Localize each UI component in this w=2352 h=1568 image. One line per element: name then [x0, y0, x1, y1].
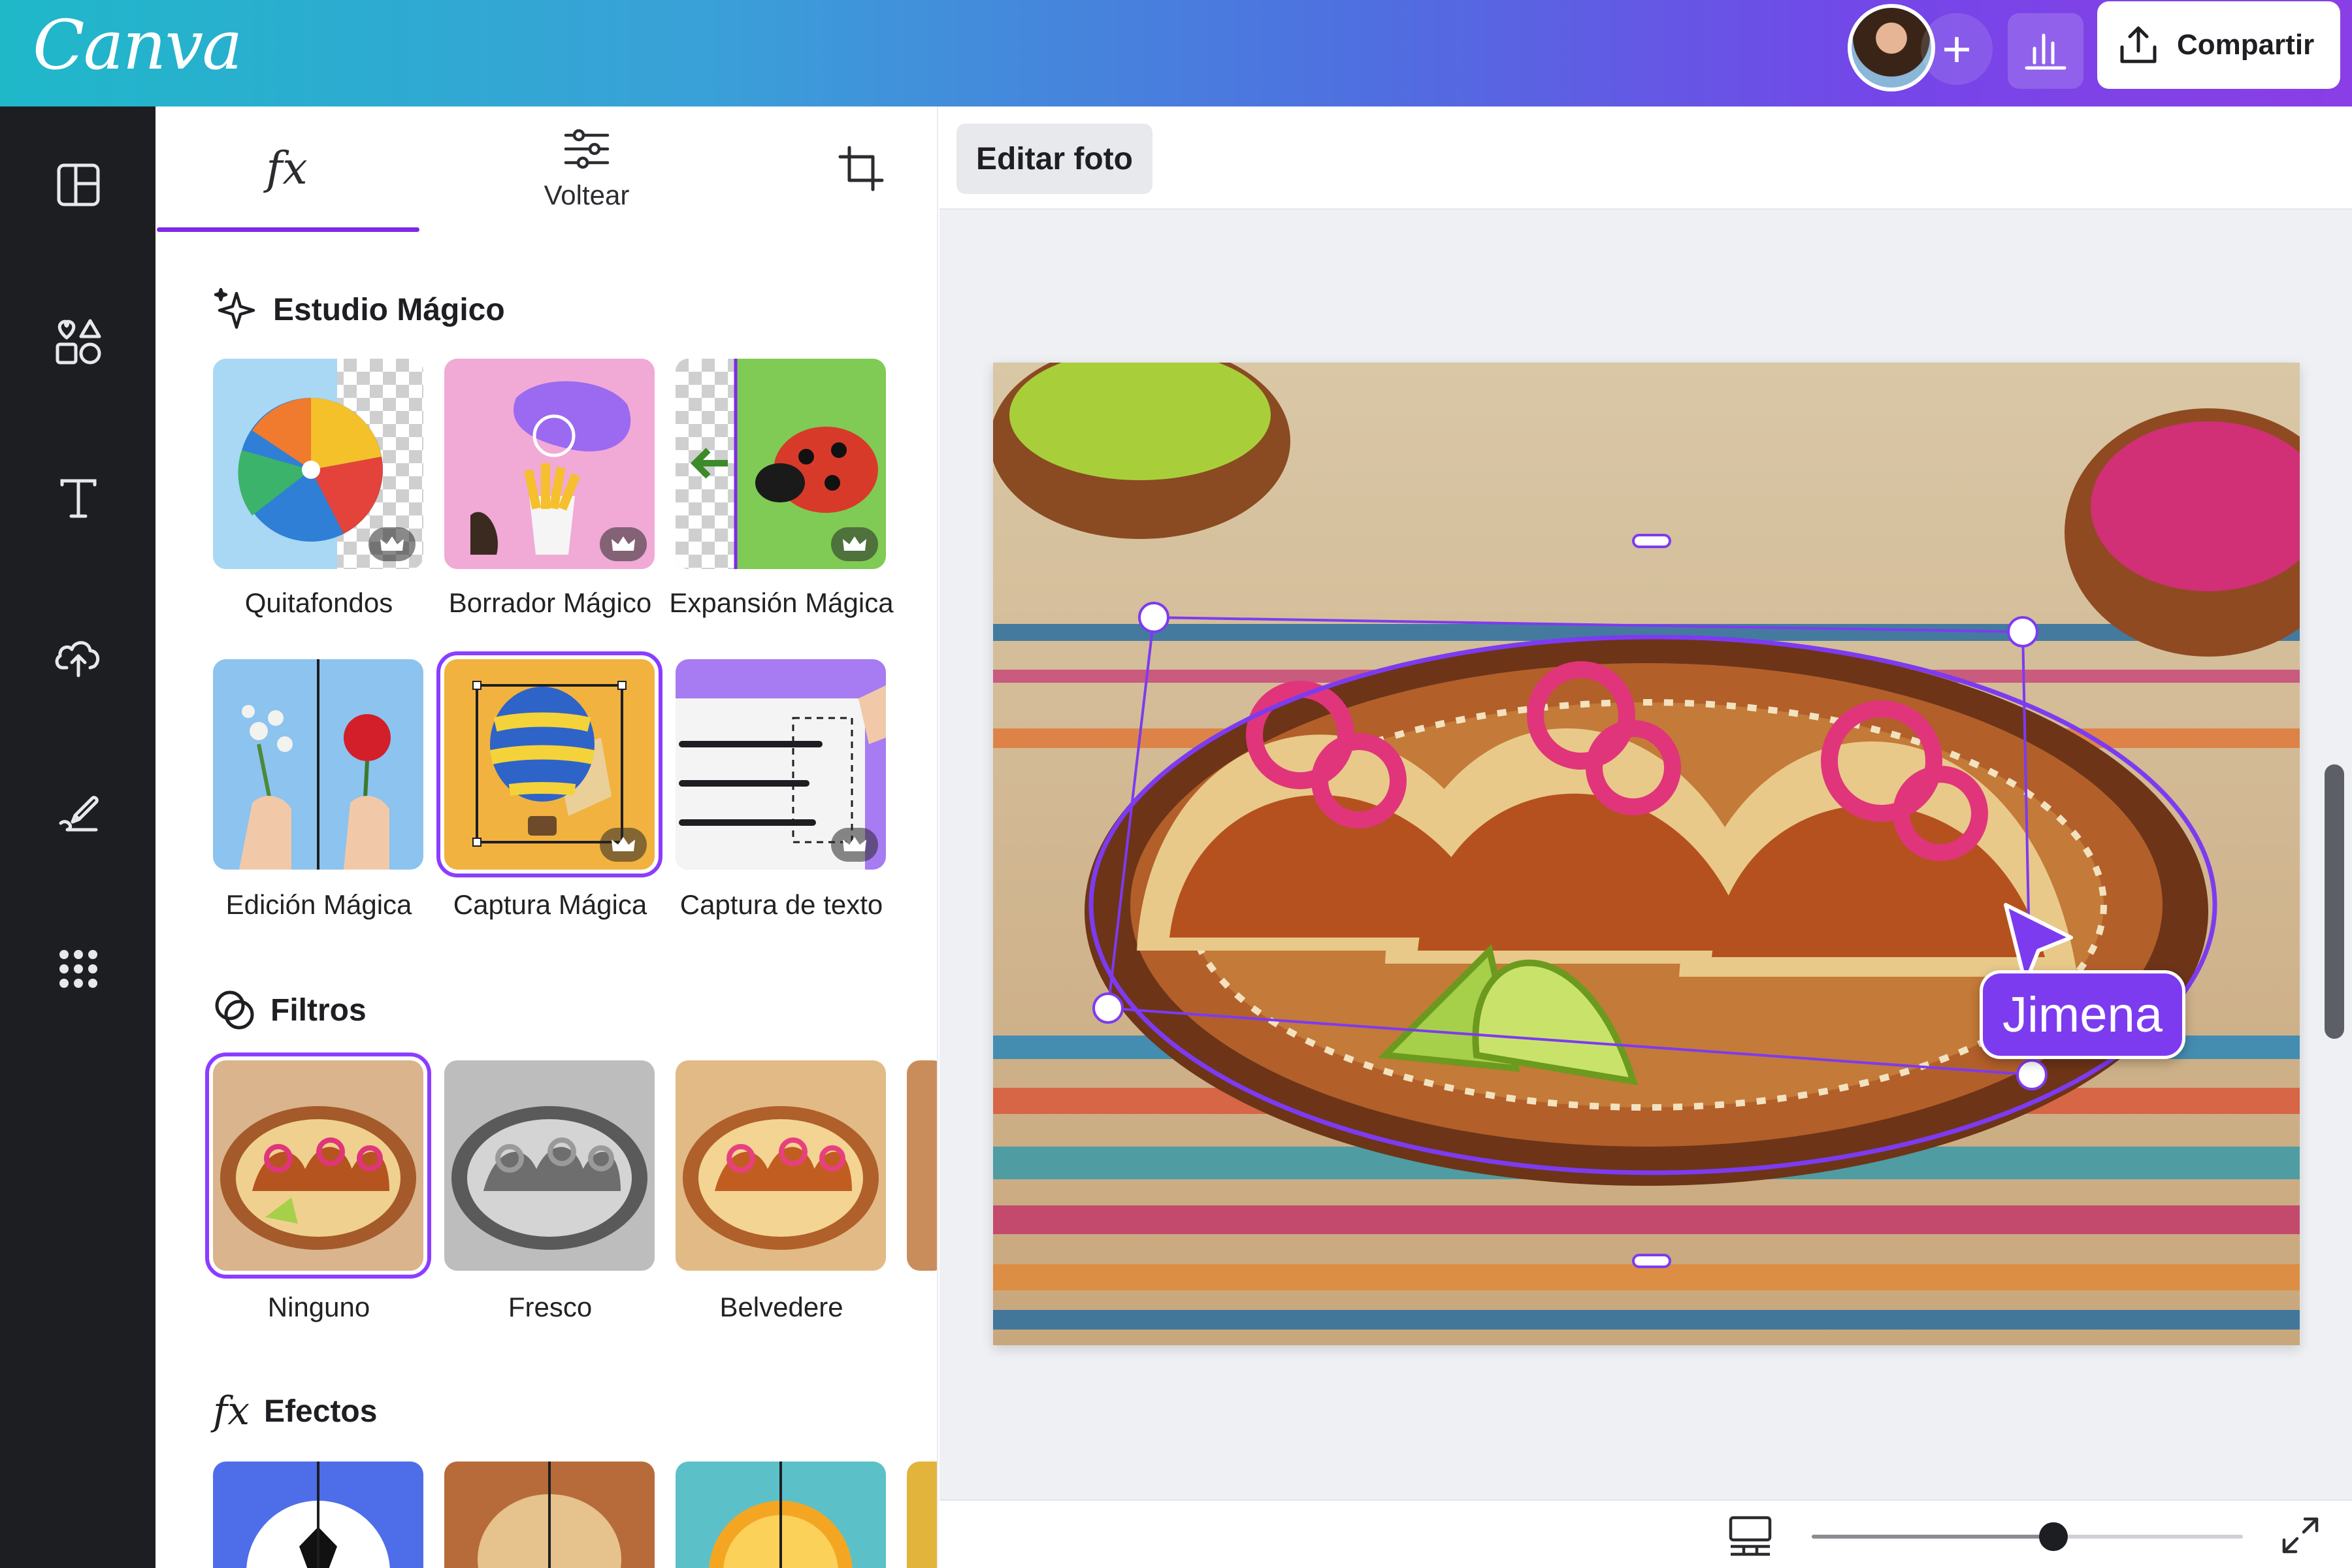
canvas-area: Editar foto Jimena	[939, 106, 2352, 1568]
tile-label: Edición Mágica	[225, 889, 412, 920]
effect-thumbnail	[213, 1462, 423, 1568]
premium-crown-icon	[831, 828, 878, 862]
filter-fresco-thumbnail	[444, 1060, 655, 1271]
pages-icon[interactable]	[1727, 1515, 1774, 1558]
expand-icon[interactable]	[2280, 1515, 2321, 1556]
tile-label: Expansión Mágica	[669, 587, 894, 618]
premium-crown-icon	[368, 527, 416, 561]
tile-label: Captura Mágica	[453, 889, 647, 920]
effect-tile[interactable]	[444, 1462, 655, 1568]
taco-photo[interactable]: Jimena	[993, 363, 2300, 1345]
sparkles-icon	[214, 287, 255, 329]
active-tab-indicator	[157, 227, 419, 232]
tile-text-grab[interactable]	[676, 659, 886, 870]
premium-crown-icon	[600, 527, 647, 561]
avatar-photo	[1852, 8, 1931, 88]
filters-title: Filtros	[270, 992, 367, 1028]
upload-cloud-icon[interactable]	[46, 623, 111, 688]
tile-label: Borrador Mágico	[448, 587, 652, 618]
tile-label: Fresco	[508, 1292, 593, 1322]
collaborator-cursor-label: Jimena	[1980, 970, 2185, 1059]
tile-magic-grab[interactable]	[436, 651, 662, 877]
filter-belvedere-thumbnail	[676, 1060, 886, 1271]
tab-crop[interactable]	[757, 106, 937, 231]
draw-icon[interactable]	[46, 779, 111, 845]
tile-label: Captura de texto	[679, 889, 883, 920]
magic-studio-heading: Estudio Mágico	[213, 287, 505, 333]
add-collaborator-button[interactable]: +	[1921, 13, 1993, 85]
edit-panel: fx Voltear Estudio Mágico Quitafondos Bo…	[155, 106, 938, 1568]
text-icon[interactable]	[46, 466, 111, 531]
bottom-bar	[939, 1499, 2352, 1568]
filter-next-thumbnail	[907, 1060, 937, 1271]
filter-none[interactable]	[205, 1053, 431, 1279]
tab-adjust[interactable]: Voltear	[417, 106, 757, 231]
plus-icon: +	[1942, 20, 1972, 78]
zoom-slider-handle[interactable]	[2038, 1522, 2068, 1551]
tile-label: Ninguno	[267, 1292, 370, 1322]
tab-effects[interactable]: fx	[155, 106, 418, 231]
effect-thumbnail	[907, 1462, 937, 1568]
filters-icon	[215, 990, 254, 1030]
tile-magic-expand[interactable]	[676, 359, 886, 569]
canvas-scrollbar[interactable]	[2325, 764, 2344, 1039]
zoom-slider-fill	[1812, 1535, 2053, 1539]
bar-chart-icon	[2025, 33, 2066, 70]
taco-photo-image	[993, 363, 2300, 1345]
shapes-icon[interactable]	[46, 309, 111, 374]
filters-heading: Filtros	[213, 988, 367, 1032]
apps-grid-icon[interactable]	[46, 936, 111, 1002]
upload-icon	[2120, 26, 2157, 63]
effect-tile[interactable]	[676, 1462, 886, 1568]
magic-edit-thumbnail	[213, 659, 423, 870]
effect-thumbnail	[676, 1462, 886, 1568]
share-label: Compartir	[2177, 29, 2315, 61]
filter-belvedere[interactable]	[676, 1060, 886, 1271]
canvas-toolbar: Editar foto	[939, 106, 2352, 210]
insights-button[interactable]	[2008, 13, 2083, 89]
effect-tile[interactable]	[907, 1462, 937, 1568]
tile-magic-eraser[interactable]	[444, 359, 655, 569]
effect-tile[interactable]	[213, 1462, 423, 1568]
share-button[interactable]: Compartir	[2097, 1, 2340, 89]
fx-icon: fx	[266, 142, 308, 195]
filter-fresco[interactable]	[444, 1060, 655, 1271]
tile-background-remover[interactable]	[213, 359, 423, 569]
filter-none-thumbnail	[213, 1060, 423, 1271]
effects-title: Efectos	[264, 1394, 378, 1429]
edit-photo-button[interactable]: Editar foto	[956, 123, 1152, 194]
premium-crown-icon	[600, 828, 647, 862]
fx-icon: fx	[213, 1388, 250, 1434]
zoom-slider[interactable]	[1812, 1522, 2243, 1551]
layout-icon[interactable]	[46, 152, 111, 218]
premium-crown-icon	[831, 527, 878, 561]
magic-studio-title: Estudio Mágico	[273, 292, 505, 327]
sliders-icon	[564, 129, 610, 169]
crop-icon	[838, 146, 884, 191]
effects-heading: fx Efectos	[213, 1388, 377, 1434]
tile-label: Quitafondos	[244, 587, 393, 618]
canva-logo[interactable]: Canva	[33, 5, 242, 85]
filter-next-preview[interactable]	[907, 1060, 937, 1271]
effect-thumbnail	[444, 1462, 655, 1568]
top-bar: Canva + Compartir	[0, 0, 2352, 106]
side-rail	[0, 106, 155, 1568]
tile-magic-edit[interactable]	[213, 659, 423, 870]
tab-adjust-label: Voltear	[544, 180, 630, 210]
tile-label: Belvedere	[719, 1292, 843, 1322]
